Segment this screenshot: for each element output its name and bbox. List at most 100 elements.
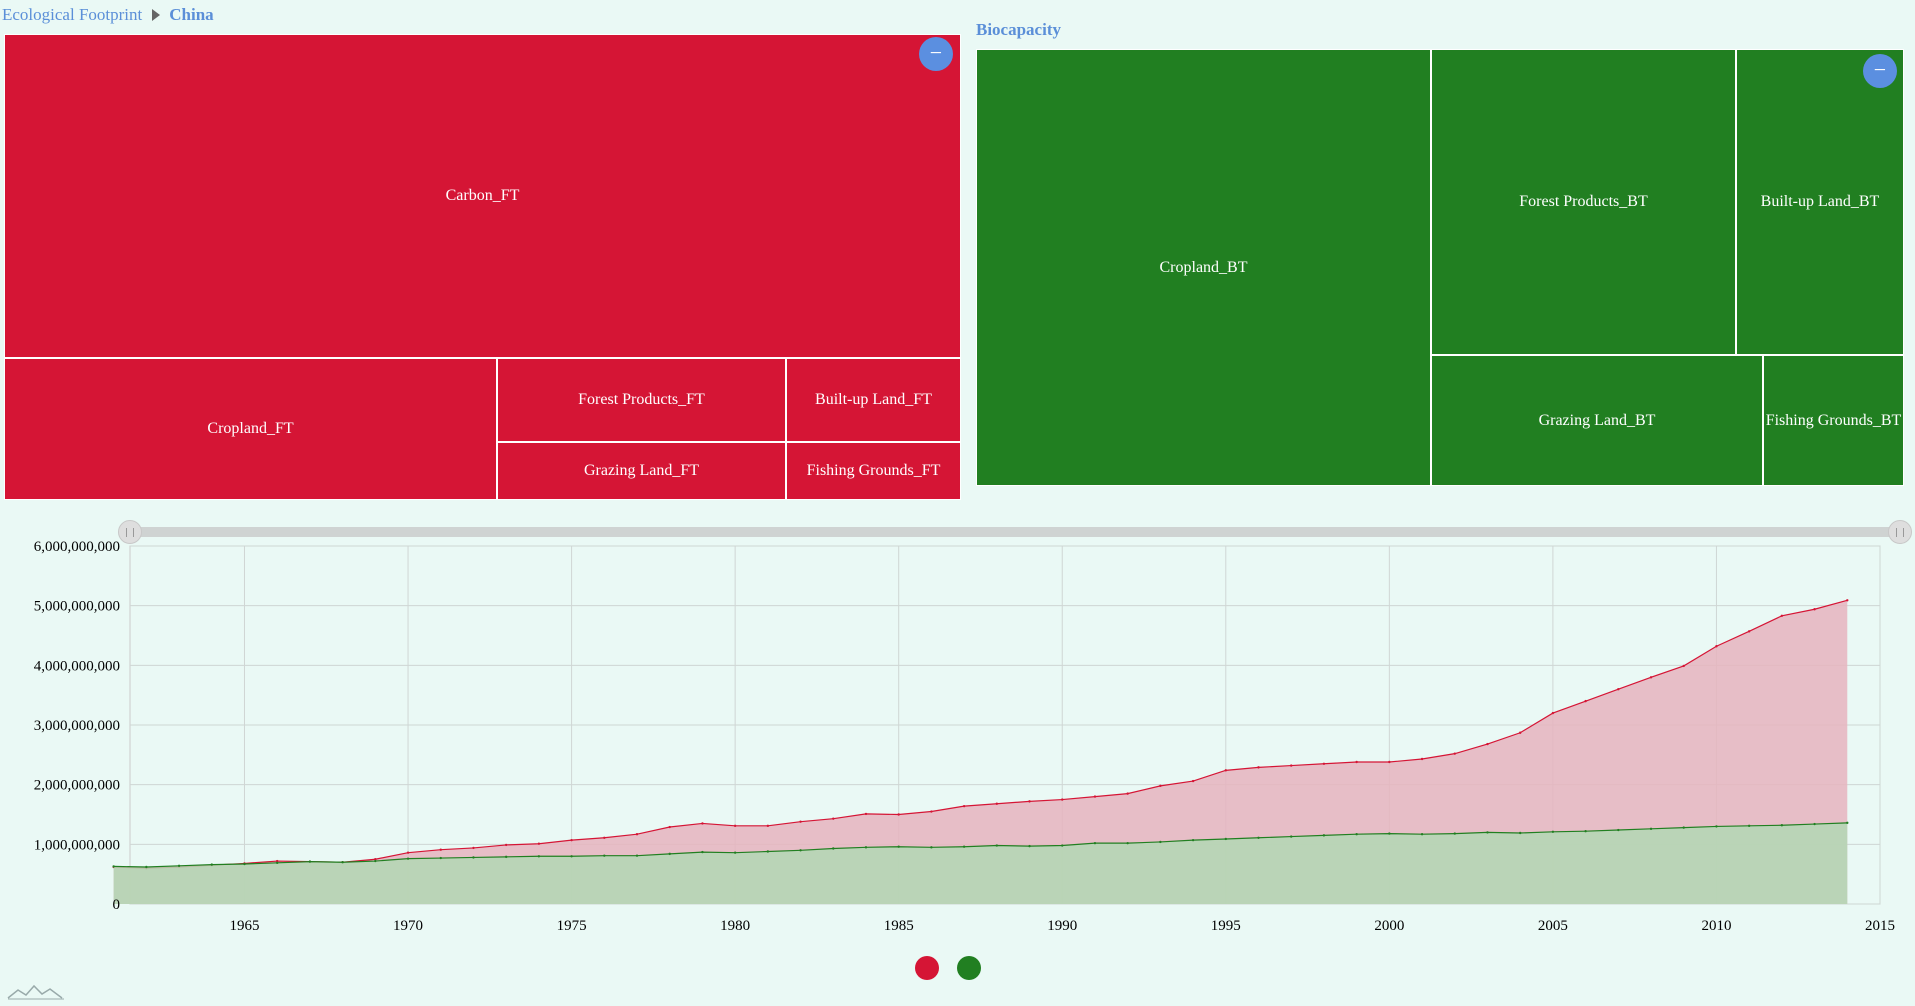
- treemap-cell-fishing-bt[interactable]: Fishing Grounds_BT: [1763, 355, 1904, 486]
- footprint-zoom-out-button[interactable]: −: [919, 37, 953, 71]
- data-point: [1649, 827, 1653, 831]
- data-point: [1518, 831, 1522, 835]
- minus-icon: −: [929, 40, 943, 65]
- breadcrumb: Ecological Footprint China: [2, 5, 214, 25]
- data-point: [962, 804, 966, 808]
- data-point: [1453, 832, 1456, 835]
- data-point: [1486, 831, 1489, 834]
- data-point: [1257, 766, 1260, 769]
- data-point: [210, 863, 213, 866]
- cell-label: Grazing Land_BT: [1538, 411, 1656, 429]
- data-point: [799, 849, 802, 852]
- breadcrumb-current[interactable]: China: [169, 5, 213, 25]
- data-point: [995, 844, 999, 847]
- data-point: [439, 848, 442, 851]
- data-point: [1322, 762, 1326, 765]
- footprint-treemap: Carbon_FT Cropland_FT Forest Products_FT…: [4, 34, 961, 500]
- data-point: [1649, 676, 1653, 679]
- treemap-cell-fishing-ft[interactable]: Fishing Grounds_FT: [786, 442, 961, 500]
- data-point: [1747, 824, 1751, 828]
- minus-icon: −: [1873, 57, 1887, 82]
- data-point: [1682, 664, 1685, 668]
- data-point: [275, 861, 279, 865]
- x-tick-label: 1990: [1047, 918, 1077, 934]
- data-point: [1780, 824, 1784, 827]
- biocapacity-treemap: Cropland_BT Forest Products_BT Built-up …: [976, 49, 1904, 486]
- x-tick-label: 1980: [720, 918, 750, 934]
- cell-label: Forest Products_FT: [578, 391, 705, 408]
- data-point: [1584, 699, 1587, 703]
- data-point: [668, 852, 671, 856]
- y-tick-label: 2,000,000,000: [34, 778, 120, 794]
- data-point: [504, 843, 508, 847]
- treemap-cell-grazing-ft[interactable]: Grazing Land_FT: [497, 442, 786, 500]
- data-point: [1290, 764, 1293, 767]
- data-point: [1388, 760, 1391, 764]
- data-point: [1518, 731, 1522, 734]
- data-point: [439, 856, 442, 860]
- data-point: [341, 861, 344, 864]
- data-point: [1388, 832, 1391, 835]
- data-point: [406, 857, 410, 860]
- data-point: [1617, 828, 1620, 832]
- data-point: [308, 860, 312, 863]
- treemap-cell-grazing-bt[interactable]: Grazing Land_BT: [1431, 355, 1763, 486]
- data-point: [537, 842, 541, 845]
- cell-label: Built-up Land_BT: [1760, 193, 1880, 210]
- cell-label: Grazing Land_FT: [583, 462, 700, 479]
- x-tick-label: 1965: [229, 918, 259, 934]
- biocapacity-title: Biocapacity: [976, 20, 1061, 39]
- data-point: [1355, 832, 1358, 836]
- data-point: [930, 810, 933, 813]
- data-point: [603, 836, 606, 839]
- area-chart: 0 1,000,000,000 2,000,000,000 3,000,000,000…: [34, 539, 1895, 934]
- x-tick-label: 2015: [1865, 918, 1895, 934]
- data-point: [864, 812, 868, 816]
- treemap-cell-builtup-ft[interactable]: Built-up Land_FT: [786, 358, 961, 442]
- treemap-cell-forest-bt[interactable]: Forest Products_BT: [1431, 49, 1736, 355]
- data-point: [1061, 798, 1064, 801]
- data-point: [1322, 834, 1326, 837]
- y-tick-label: 5,000,000,000: [34, 599, 120, 615]
- data-point: [570, 838, 573, 842]
- data-point: [1224, 837, 1227, 841]
- breadcrumb-root-link[interactable]: Ecological Footprint: [2, 5, 142, 25]
- data-point: [1257, 836, 1260, 839]
- data-point: [668, 825, 671, 829]
- treemap-cell-builtup-bt[interactable]: Built-up Land_BT: [1736, 49, 1904, 355]
- data-point: [1061, 844, 1064, 847]
- treemap-cell-carbon-ft[interactable]: Carbon_FT: [4, 34, 961, 358]
- data-point: [1715, 825, 1718, 828]
- treemap-cell-forest-ft[interactable]: Forest Products_FT: [497, 358, 786, 442]
- data-point: [962, 845, 966, 848]
- data-point: [1159, 784, 1162, 788]
- data-point: [1028, 844, 1031, 848]
- data-point: [603, 854, 606, 857]
- data-point: [537, 855, 541, 858]
- data-point: [570, 855, 573, 858]
- data-point: [1420, 832, 1424, 836]
- y-tick-label: 3,000,000,000: [34, 718, 120, 734]
- y-tick-label: 1,000,000,000: [34, 837, 120, 853]
- data-point: [1551, 830, 1555, 834]
- x-tick-label: 2005: [1538, 918, 1568, 934]
- data-point: [766, 824, 770, 828]
- legend-footprint-dot[interactable]: [915, 956, 939, 980]
- data-point: [177, 864, 181, 868]
- legend-biocapacity-dot[interactable]: [957, 956, 981, 980]
- y-tick-label: 4,000,000,000: [34, 658, 120, 674]
- data-point: [733, 824, 737, 828]
- data-point: [1813, 608, 1816, 611]
- cell-label: Built-up Land_FT: [815, 391, 932, 408]
- treemap-cell-cropland-bt[interactable]: Cropland_BT: [976, 49, 1431, 486]
- cell-label: Fishing Grounds_FT: [806, 462, 941, 479]
- data-point: [832, 847, 835, 850]
- data-point: [897, 845, 900, 848]
- data-point: [243, 862, 246, 866]
- data-point: [930, 846, 933, 849]
- x-tick-label: 2000: [1374, 918, 1404, 934]
- biocapacity-zoom-out-button[interactable]: −: [1863, 54, 1897, 88]
- treemap-cell-cropland-ft[interactable]: Cropland_FT: [4, 358, 497, 500]
- data-point: [1093, 841, 1097, 845]
- data-point: [1453, 752, 1456, 755]
